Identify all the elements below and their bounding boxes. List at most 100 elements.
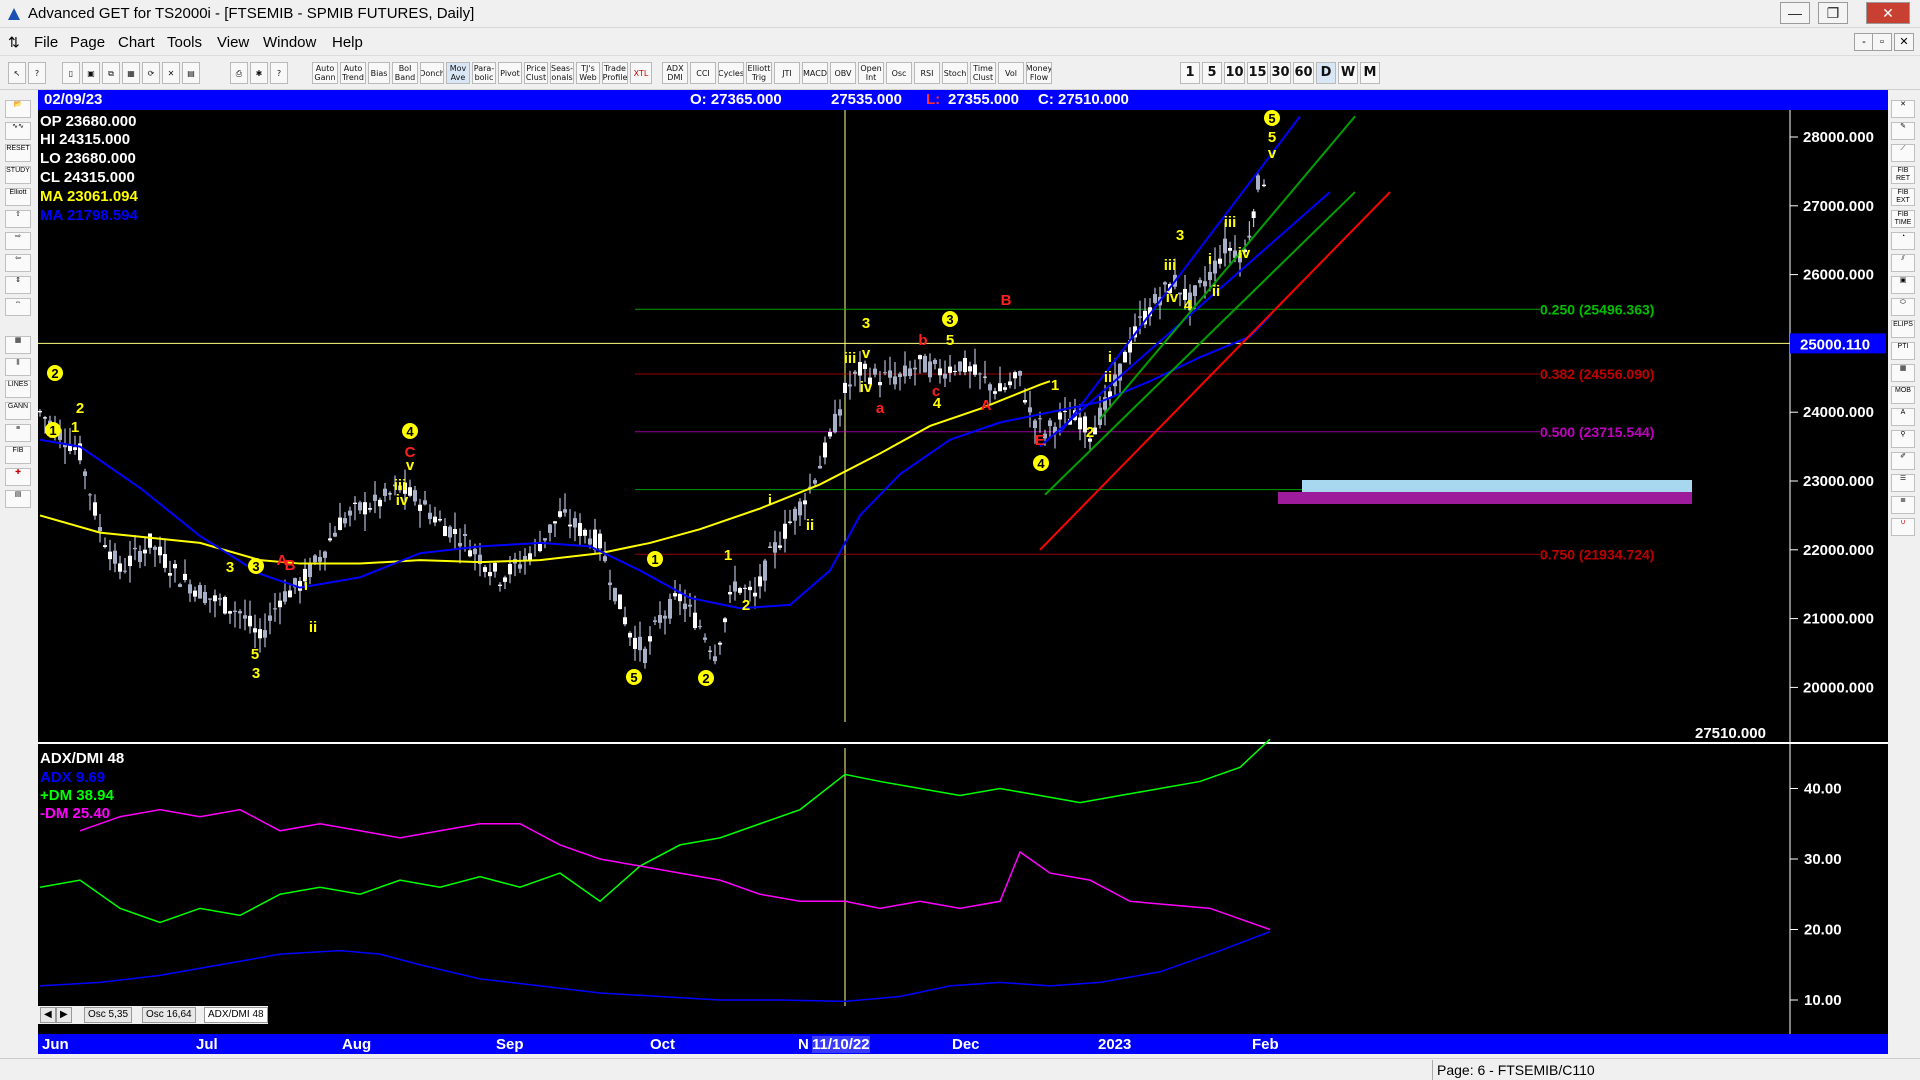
pencil-icon[interactable]: ✎ bbox=[1891, 122, 1915, 140]
menu-tools[interactable]: Tools bbox=[167, 34, 202, 51]
study-button-elliott-trig[interactable]: Elliott Trig bbox=[746, 62, 772, 84]
tab-osc-5-35[interactable]: Osc 5,35 bbox=[84, 1007, 133, 1023]
copy-icon[interactable]: ⧉ bbox=[102, 62, 120, 84]
tab-next-arrow[interactable]: ▶ bbox=[56, 1007, 72, 1023]
zoom-icon[interactable]: ⚲ bbox=[1891, 430, 1915, 448]
study-button-cci[interactable]: CCI bbox=[690, 62, 716, 84]
study-button-money-flow[interactable]: Money Flow bbox=[1026, 62, 1052, 84]
study-button-trade-profile[interactable]: Trade Profile bbox=[602, 62, 628, 84]
menu-page[interactable]: Page bbox=[70, 34, 105, 51]
period-button-30[interactable]: 30 bbox=[1270, 62, 1291, 84]
study-button-para-bolic[interactable]: Para- bolic bbox=[472, 62, 496, 84]
pti-button[interactable]: PTI bbox=[1891, 342, 1915, 360]
period-button-d[interactable]: D bbox=[1316, 62, 1336, 84]
tab-adx-dmi[interactable]: ADX/DMI 48 bbox=[204, 1007, 268, 1023]
arrow-left-icon[interactable]: ⇦ bbox=[5, 254, 31, 272]
mdi-minimize-button[interactable]: - bbox=[1854, 33, 1874, 51]
study-button-vol[interactable]: Vol bbox=[998, 62, 1024, 84]
study-button-osc[interactable]: Osc bbox=[886, 62, 912, 84]
mdi-close-button[interactable]: ✕ bbox=[1894, 33, 1914, 51]
fib-ret-button[interactable]: FIB RET bbox=[1891, 166, 1915, 184]
study-button-bias[interactable]: Bias bbox=[368, 62, 390, 84]
study-button-xtl[interactable]: XTL bbox=[630, 62, 652, 84]
channel-icon[interactable]: ≡ bbox=[5, 424, 31, 442]
menu-window[interactable]: Window bbox=[263, 34, 316, 51]
compress-icon[interactable]: ⇔ bbox=[5, 298, 31, 316]
table-icon[interactable]: ▦ bbox=[1891, 364, 1915, 382]
study-button-macd[interactable]: MACD bbox=[802, 62, 828, 84]
light-bulb-icon[interactable]: ✱ bbox=[250, 62, 268, 84]
close-button[interactable]: ✕ bbox=[1866, 2, 1910, 24]
notes-icon[interactable]: ▤ bbox=[5, 490, 31, 508]
menu-help[interactable]: Help bbox=[332, 34, 363, 51]
fib-button[interactable]: FIB bbox=[5, 446, 31, 464]
study-button-jti[interactable]: JTI bbox=[774, 62, 800, 84]
open-icon[interactable]: ▣ bbox=[82, 62, 100, 84]
trendline-icon[interactable]: ⟋ bbox=[1891, 144, 1915, 162]
period-button-w[interactable]: W bbox=[1338, 62, 1358, 84]
gann-button[interactable]: GANN bbox=[5, 402, 31, 420]
wave-icon[interactable]: ∿∿ bbox=[5, 122, 31, 140]
study-button-tj-s-web[interactable]: TJ's Web bbox=[576, 62, 600, 84]
paint-icon[interactable]: ✐ bbox=[1891, 452, 1915, 470]
study-button-donch[interactable]: Donch bbox=[420, 62, 444, 84]
study-button-auto-trend[interactable]: Auto Trend bbox=[340, 62, 366, 84]
period-button-5[interactable]: 5 bbox=[1202, 62, 1222, 84]
mob-button[interactable]: MOB bbox=[1891, 386, 1915, 404]
tile-icon[interactable]: ▦ bbox=[122, 62, 140, 84]
delete-icon[interactable]: ✕ bbox=[162, 62, 180, 84]
chart-area[interactable] bbox=[38, 110, 1888, 1036]
study-button-price-clust[interactable]: Price Clust bbox=[524, 62, 548, 84]
doc-icon[interactable]: ⇅ bbox=[8, 34, 20, 51]
refresh-icon[interactable]: ⟳ bbox=[142, 62, 160, 84]
context-help-icon[interactable]: ? bbox=[270, 62, 288, 84]
reset-button[interactable]: RESET bbox=[5, 144, 31, 162]
mdi-restore-button[interactable]: ▫ bbox=[1872, 33, 1892, 51]
study-button-mov-ave[interactable]: Mov Ave bbox=[446, 62, 470, 84]
study-button-auto-gann[interactable]: Auto Gann bbox=[312, 62, 338, 84]
close-study-icon[interactable]: ✕ bbox=[1891, 100, 1915, 118]
minimize-button[interactable]: — bbox=[1780, 2, 1810, 24]
study-button[interactable]: STUDY bbox=[5, 166, 31, 184]
help-cursor-icon[interactable]: ? bbox=[28, 62, 46, 84]
arc-icon[interactable]: ◔ bbox=[1891, 232, 1915, 250]
study-button-bol-band[interactable]: Bol Band bbox=[392, 62, 418, 84]
new-page-icon[interactable]: ▯ bbox=[62, 62, 80, 84]
magnet-icon[interactable]: ∪ bbox=[1891, 518, 1915, 536]
fib-ext-button[interactable]: FIB EXT bbox=[1891, 188, 1915, 206]
fib-time-button[interactable]: FIB TIME bbox=[1891, 210, 1915, 228]
study-button-cycles[interactable]: Cycles bbox=[718, 62, 744, 84]
study-button-adx-dmi[interactable]: ADX DMI bbox=[662, 62, 688, 84]
study-button-seas-onals[interactable]: Seas- onals bbox=[550, 62, 574, 84]
elliott-button[interactable]: Elliott bbox=[5, 188, 31, 206]
ellipse-icon[interactable]: ⬭ bbox=[1891, 298, 1915, 316]
crosshair-icon[interactable]: ✚ bbox=[5, 468, 31, 486]
list-icon[interactable]: ≣ bbox=[1891, 496, 1915, 514]
study-button-rsi[interactable]: RSI bbox=[914, 62, 940, 84]
bars-icon[interactable]: ⫼ bbox=[5, 358, 31, 376]
print-icon[interactable]: ⎙ bbox=[230, 62, 248, 84]
period-button-10[interactable]: 10 bbox=[1224, 62, 1245, 84]
open-folder-icon[interactable]: 📂 bbox=[5, 100, 31, 118]
study-button-time-clust[interactable]: Time Clust bbox=[970, 62, 996, 84]
study-button-pivot[interactable]: Pivot bbox=[498, 62, 522, 84]
study-button-open-int[interactable]: Open Int bbox=[858, 62, 884, 84]
grid-icon[interactable]: ▤ bbox=[182, 62, 200, 84]
study-button-stoch[interactable]: Stoch bbox=[942, 62, 968, 84]
elips-button[interactable]: ELIPS bbox=[1891, 320, 1915, 338]
period-button-m[interactable]: M bbox=[1360, 62, 1380, 84]
period-button-1[interactable]: 1 bbox=[1180, 62, 1200, 84]
layers-icon[interactable]: ☰ bbox=[1891, 474, 1915, 492]
period-button-15[interactable]: 15 bbox=[1247, 62, 1268, 84]
grid-view-icon[interactable]: ▦ bbox=[5, 336, 31, 354]
menu-view[interactable]: View bbox=[217, 34, 249, 51]
study-button-obv[interactable]: OBV bbox=[830, 62, 856, 84]
lines-button[interactable]: LINES bbox=[5, 380, 31, 398]
menu-chart[interactable]: Chart bbox=[118, 34, 155, 51]
fan-icon[interactable]: ⫽ bbox=[1891, 254, 1915, 272]
menu-file[interactable]: File bbox=[34, 34, 58, 51]
tab-prev-arrow[interactable]: ◀ bbox=[40, 1007, 56, 1023]
arrow-up-icon[interactable]: ⇧ bbox=[5, 210, 31, 228]
arrow-right-icon[interactable]: ⇨ bbox=[5, 232, 31, 250]
box-icon[interactable]: ▣ bbox=[1891, 276, 1915, 294]
